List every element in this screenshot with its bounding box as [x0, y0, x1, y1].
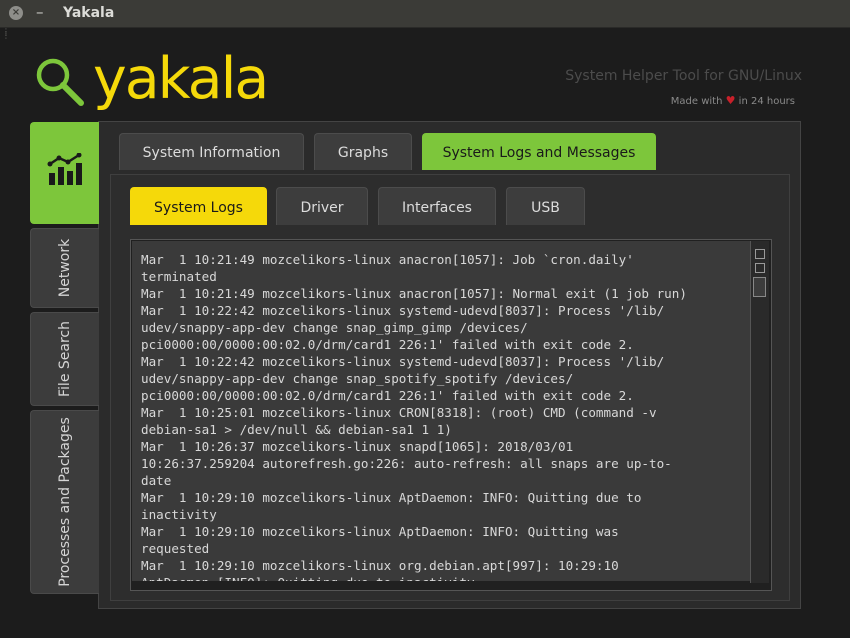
magnifier-logo-icon [36, 58, 84, 106]
log-scrollbar[interactable] [750, 241, 769, 583]
tab-graphs[interactable]: Graphs [314, 133, 412, 170]
drag-grip-icon[interactable]: ⋮ ⋮ [2, 28, 10, 42]
made-with-note: Made with ♥ in 24 hours [671, 94, 795, 107]
heart-icon: ♥ [725, 94, 736, 107]
sidebar-item-label: Network [57, 238, 73, 298]
minimize-button[interactable]: – [36, 3, 44, 21]
subtab-system-logs[interactable]: System Logs [130, 187, 267, 225]
bar-chart-icon [47, 153, 82, 185]
scrollbar-thumb[interactable] [753, 277, 766, 297]
app-logo-text: yakala [93, 46, 269, 112]
made-with-prefix: Made with [670, 96, 723, 107]
subtab-interfaces[interactable]: Interfaces [378, 187, 496, 225]
scroll-down-button[interactable] [755, 263, 765, 273]
sidebar-item-label: File Search [57, 321, 73, 397]
log-textarea[interactable]: Mar 1 10:21:49 mozcelikors-linux anacron… [132, 241, 750, 581]
log-content: Mar 1 10:21:49 mozcelikors-linux anacron… [141, 252, 687, 581]
app-subtitle: System Helper Tool for GNU/Linux [565, 68, 802, 84]
sidebar-item-file-search[interactable]: File Search [30, 312, 99, 406]
tab-system-logs[interactable]: System Logs and Messages [422, 133, 656, 170]
scroll-up-button[interactable] [755, 249, 765, 259]
close-button[interactable]: × [9, 6, 23, 20]
sidebar-item-label: Processes and Packages [57, 417, 73, 587]
sidebar-item-graphs[interactable] [30, 122, 99, 224]
window-titlebar: × – Yakala [0, 0, 850, 28]
sidebar-item-processes[interactable]: Processes and Packages [30, 410, 99, 594]
tab-system-information[interactable]: System Information [119, 133, 304, 170]
subtab-driver[interactable]: Driver [276, 187, 368, 225]
window-title: Yakala [63, 5, 115, 21]
sidebar-item-network[interactable]: Network [30, 228, 99, 308]
subtab-usb[interactable]: USB [506, 187, 585, 225]
made-with-suffix: in 24 hours [738, 96, 795, 107]
